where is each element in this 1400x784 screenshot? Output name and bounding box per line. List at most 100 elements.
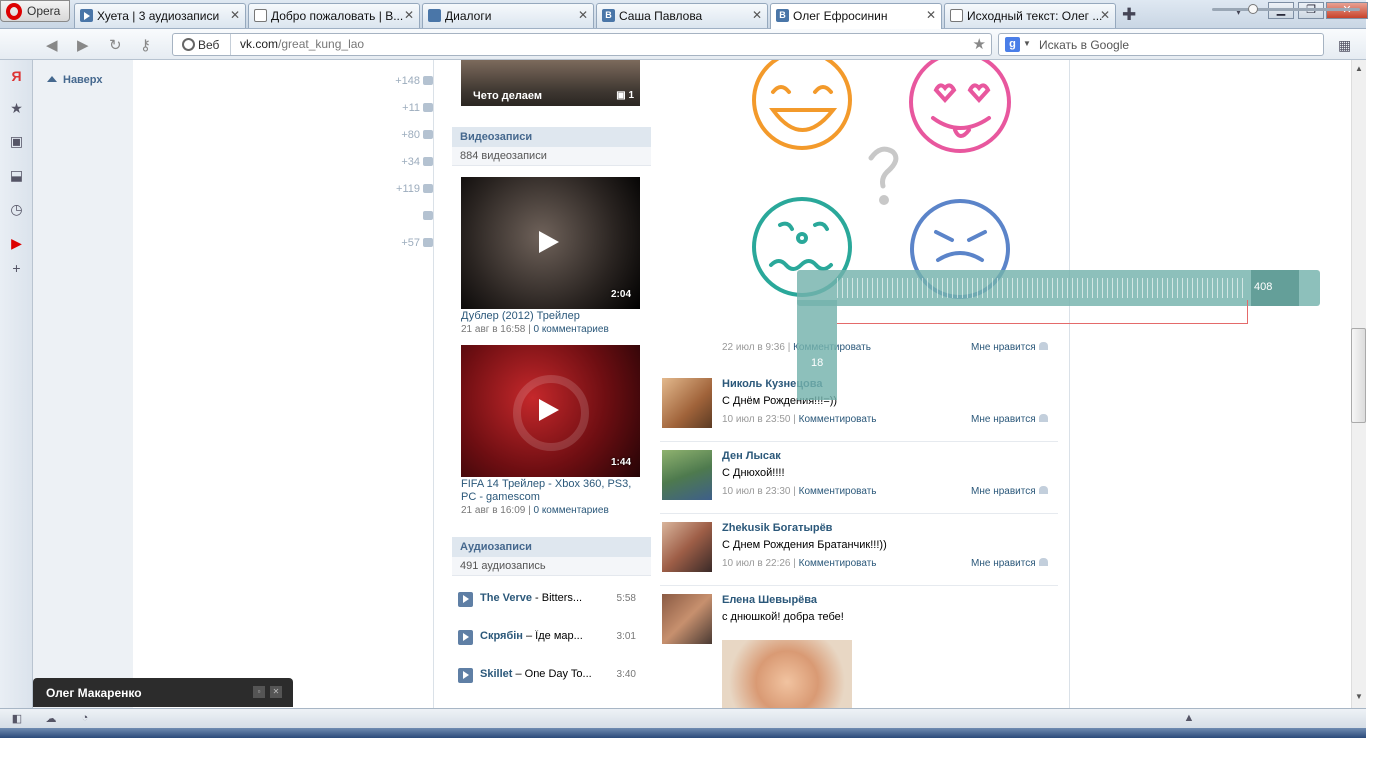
speed-dial-icon[interactable]: ▦: [1338, 37, 1351, 54]
chat-window-minimized[interactable]: Олег Макаренко ▫ ✕: [33, 678, 293, 707]
video-title[interactable]: Дублер (2012) Трейлер: [461, 310, 641, 323]
unite-cloud-icon[interactable]: ☁: [44, 712, 58, 725]
videos-count[interactable]: 884 видеозаписи: [452, 147, 651, 166]
post-date[interactable]: 10 июл в 22:26: [722, 558, 791, 569]
like-button[interactable]: Мне нравится: [971, 558, 1048, 569]
like-button[interactable]: Мне нравится: [971, 486, 1048, 497]
post-date[interactable]: 22 июл в 9:36: [722, 342, 785, 353]
video-comments-link[interactable]: 0 комментариев: [533, 505, 608, 516]
key-icon[interactable]: ⚷: [140, 36, 151, 54]
tab-oleg[interactable]: B Олег Ефросинин ✕: [770, 3, 942, 29]
screen-ruler-vertical[interactable]: 18: [797, 300, 837, 400]
audio-artist[interactable]: The Verve: [480, 592, 532, 604]
yandex-icon[interactable]: Я: [8, 68, 25, 85]
youtube-icon[interactable]: ▶: [8, 235, 25, 252]
avatar[interactable]: [662, 378, 712, 428]
audio-artist[interactable]: Skillet: [480, 668, 512, 680]
audio-count[interactable]: 491 аудиозапись: [452, 557, 651, 576]
video-thumb-2[interactable]: 1:44: [461, 345, 640, 477]
zoom-slider[interactable]: [1212, 8, 1360, 11]
audio-track: - Bitters...: [531, 592, 583, 604]
post-photo[interactable]: [722, 640, 852, 708]
tab-dialogs[interactable]: Диалоги ✕: [422, 3, 594, 28]
smileys-image[interactable]: [733, 60, 1063, 305]
bookmarks-star-icon[interactable]: ★: [8, 100, 25, 117]
post-text: с днюшкой! добра тебе!: [722, 611, 844, 623]
videos-counter[interactable]: +80: [373, 129, 433, 141]
audio-row[interactable]: Скрябін – Їде мар... 3:01: [458, 629, 648, 647]
play-icon[interactable]: [458, 592, 473, 607]
comment-link[interactable]: Комментировать: [799, 486, 877, 497]
video-thumb-1[interactable]: 2:04: [461, 177, 640, 309]
video-duration: 1:44: [610, 457, 631, 468]
play-icon[interactable]: [458, 630, 473, 645]
close-icon[interactable]: ✕: [926, 8, 936, 22]
reload-icon[interactable]: ↻: [109, 36, 122, 54]
search-input[interactable]: g ▼ Искать в Google: [998, 33, 1324, 56]
post-author[interactable]: Ден Лысак: [722, 450, 781, 462]
zoom-slider-thumb[interactable]: [1248, 4, 1258, 14]
tab-sasha[interactable]: B Саша Павлова ✕: [596, 3, 768, 28]
avatar[interactable]: [662, 522, 712, 572]
tab-audio[interactable]: Хуета | 3 аудиозаписи ✕: [74, 3, 246, 28]
turbo-icon[interactable]: ◔: [78, 712, 92, 724]
album-photo[interactable]: Чето делаем ▣ 1: [461, 60, 640, 106]
history-clock-icon[interactable]: ◷: [8, 201, 25, 218]
close-icon[interactable]: ✕: [230, 8, 240, 22]
opera-menu-button[interactable]: Opera: [0, 0, 70, 22]
new-tab-icon[interactable]: ✚: [1122, 5, 1136, 25]
audio-row[interactable]: The Verve - Bitters... 5:58: [458, 591, 648, 609]
downloads-icon[interactable]: ⬓: [8, 167, 25, 184]
scroll-top-link[interactable]: Наверх: [47, 74, 103, 86]
screen-ruler-horizontal[interactable]: 408: [797, 270, 1320, 306]
chat-counter[interactable]: [373, 210, 433, 222]
chevron-down-icon[interactable]: ▼: [1023, 39, 1031, 48]
close-icon[interactable]: ✕: [1100, 8, 1110, 22]
videos-header[interactable]: Видеозаписи: [452, 127, 651, 147]
post-text: С Днем Рождения Братанчик!!!)): [722, 539, 887, 551]
like-button[interactable]: Мне нравится: [971, 342, 1048, 353]
like-button[interactable]: Мне нравится: [971, 414, 1048, 425]
post-date[interactable]: 10 июл в 23:50: [722, 414, 791, 425]
messages-counter[interactable]: +34: [373, 156, 433, 168]
forward-icon[interactable]: ▶: [77, 36, 89, 54]
close-icon[interactable]: ✕: [404, 8, 414, 22]
audio-row[interactable]: Skillet – One Day To... 3:40: [458, 667, 648, 685]
post-author[interactable]: Елена Шевырёва: [722, 594, 817, 606]
panel-toggle-icon[interactable]: ◧: [10, 712, 24, 725]
tab-source[interactable]: Исходный текст: Олег ... ✕: [944, 3, 1116, 28]
groups-counter[interactable]: +119: [373, 183, 433, 195]
friends-counter[interactable]: +148: [373, 75, 433, 87]
avatar[interactable]: [662, 594, 712, 644]
close-icon[interactable]: ✕: [752, 8, 762, 22]
close-icon[interactable]: ✕: [578, 8, 588, 22]
comment-link[interactable]: Комментировать: [799, 414, 877, 425]
post-author[interactable]: Zhekusik Богатырёв: [722, 522, 832, 534]
play-icon[interactable]: [458, 668, 473, 683]
bookmark-star-icon[interactable]: ★: [973, 35, 986, 53]
notes-icon[interactable]: ▣: [8, 133, 25, 150]
address-field[interactable]: Веб vk.com/great_kung_lao ★: [172, 33, 992, 56]
avatar[interactable]: [662, 450, 712, 500]
video-comments-link[interactable]: 0 комментариев: [533, 324, 608, 335]
scroll-down-icon[interactable]: ▼: [1355, 692, 1363, 701]
chat-name[interactable]: Олег Макаренко: [46, 686, 142, 700]
post-date[interactable]: 10 июл в 23:30: [722, 486, 791, 497]
scrollbar-thumb[interactable]: [1351, 328, 1366, 423]
view-up-icon[interactable]: ▲: [1182, 712, 1196, 724]
scroll-up-icon[interactable]: ▲: [1355, 64, 1363, 73]
photos-counter[interactable]: +11: [373, 102, 433, 114]
web-button[interactable]: Веб: [173, 34, 231, 55]
settings-counter[interactable]: +57: [373, 237, 433, 249]
tab-welcome[interactable]: Добро пожаловать | В... ✕: [248, 3, 420, 28]
chat-expand-icon[interactable]: ▫: [253, 686, 265, 698]
audio-artist[interactable]: Скрябін: [480, 630, 523, 642]
wall-post: Николь Кузнецова С Днём Рождения!!!=)) 1…: [660, 378, 1058, 442]
chat-close-icon[interactable]: ✕: [270, 686, 282, 698]
audio-header[interactable]: Аудиозаписи: [452, 537, 651, 557]
video-title[interactable]: FIFA 14 Трейлер - Xbox 360, PS3, PC - ga…: [461, 478, 641, 504]
comment-link[interactable]: Комментировать: [799, 558, 877, 569]
add-panel-icon[interactable]: +: [8, 260, 25, 277]
back-icon[interactable]: ◀: [46, 36, 58, 54]
url-text[interactable]: vk.com/great_kung_lao: [240, 37, 364, 51]
